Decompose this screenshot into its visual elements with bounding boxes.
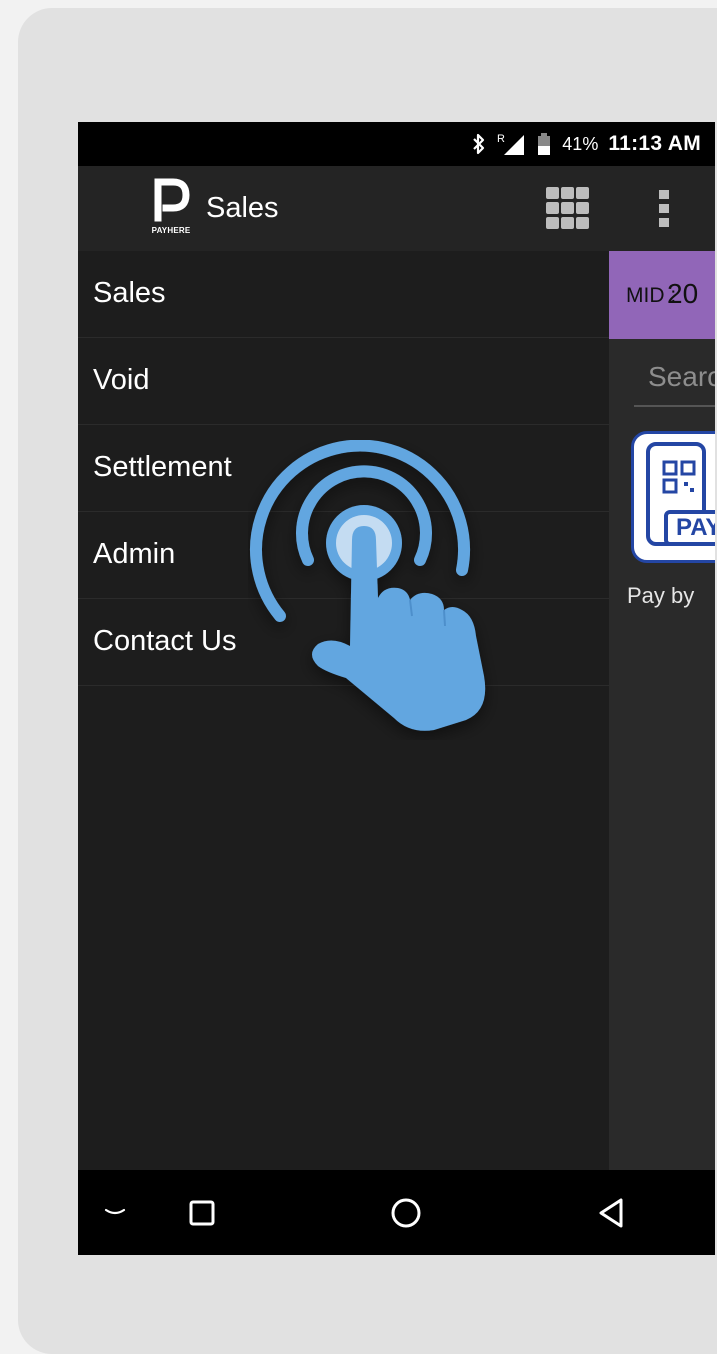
signal-icon: R [496, 132, 526, 156]
pay-tile-label: Pay by [627, 583, 695, 608]
app-title: Sales [206, 192, 279, 224]
search-input[interactable]: Search [634, 351, 715, 407]
home-icon[interactable] [381, 1170, 431, 1255]
bluetooth-icon [472, 133, 486, 155]
tap-gesture-icon [248, 439, 518, 740]
mid-value: 20 [667, 278, 699, 309]
more-vert-icon[interactable] [655, 188, 673, 230]
drawer-item-label: Sales [93, 277, 166, 309]
recent-apps-icon[interactable] [178, 1170, 226, 1255]
pay-tile-text: PAY [676, 514, 715, 541]
search-placeholder: Search [648, 361, 715, 392]
grid-icon[interactable] [545, 186, 590, 231]
drawer-item-label: Settlement [93, 451, 232, 483]
drawer-item-void[interactable]: Void [78, 338, 609, 425]
back-icon[interactable] [587, 1170, 637, 1255]
clock: 11:13 AM [608, 132, 701, 155]
pay-tile[interactable]: PAY [631, 431, 715, 563]
qr-pay-icon [646, 442, 715, 546]
status-bar: R 41% 11:13 AM [78, 122, 715, 166]
hide-keyboard-icon[interactable] [92, 1170, 138, 1255]
app-bar: PAYHERE Sales [78, 166, 715, 251]
drawer-item-label: Void [93, 364, 150, 396]
mid-bar: MID : 20 [609, 251, 715, 339]
battery-percent: 41% [562, 133, 599, 154]
drawer-item-label: Admin [93, 538, 176, 570]
drawer-item-sales[interactable]: Sales [78, 251, 609, 338]
device-frame: R 41% 11:13 AM PAYHERE Sales MID: 20 Se… [18, 8, 717, 1354]
phone-screen: R 41% 11:13 AM PAYHERE Sales MID: 20 Se… [78, 122, 715, 1255]
battery-icon [536, 132, 552, 156]
system-nav-bar [78, 1170, 715, 1255]
payhere-logo: PAYHERE [148, 176, 198, 240]
drawer-item-label: Contact Us [93, 625, 237, 657]
logo-text: PAYHERE [151, 226, 191, 235]
svg-text:R: R [497, 133, 505, 145]
main-content: MID : 20 Search PAY Pay by [609, 251, 715, 1170]
